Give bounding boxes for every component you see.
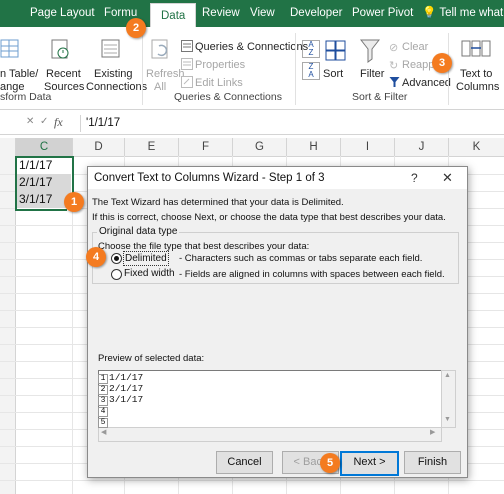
filter-button[interactable]: Filter: [360, 68, 384, 81]
sort-za-button[interactable]: Z A: [302, 62, 320, 80]
wizard-line-1: The Text Wizard has determined that your…: [92, 197, 344, 208]
tab-developer[interactable]: Developer: [290, 0, 342, 27]
grid-line: [0, 480, 504, 481]
ribbon-separator: [295, 33, 296, 105]
fixed-width-description: - Fields are aligned in columns with spa…: [179, 269, 445, 280]
text-to-columns-label-1[interactable]: Text to: [460, 68, 492, 81]
existing-label-1[interactable]: Existing: [94, 68, 133, 81]
tell-me-box[interactable]: 💡 Tell me what y: [422, 0, 504, 27]
cancel-button[interactable]: Cancel: [216, 451, 273, 474]
delimited-label[interactable]: Delimited: [123, 251, 169, 266]
delimited-radio[interactable]: [111, 253, 122, 264]
refresh-label-2[interactable]: All: [154, 81, 166, 94]
queries-connections-button[interactable]: Queries & Connections: [195, 41, 308, 54]
table-icon: [0, 39, 19, 58]
tab-page-layout[interactable]: Page Layout: [30, 0, 95, 27]
clear-icon: ⊘: [389, 42, 399, 54]
row-header-strip: [0, 156, 16, 494]
tab-review[interactable]: Review: [202, 0, 240, 27]
formula-input-box[interactable]: [80, 115, 504, 132]
recent-label-1[interactable]: Recent: [46, 68, 81, 81]
tell-me-label: Tell me what y: [439, 7, 504, 19]
column-header-i[interactable]: I: [341, 138, 395, 157]
next-button[interactable]: Next >: [340, 451, 399, 476]
preview-row-text: 3/1/17: [109, 394, 144, 405]
finish-button[interactable]: Finish: [404, 451, 461, 474]
reapply-icon: ↻: [389, 60, 399, 72]
formula-input[interactable]: '1/1/17: [86, 117, 120, 129]
properties-button[interactable]: Properties: [195, 59, 245, 72]
dialog-title: Convert Text to Columns Wizard - Step 1 …: [94, 172, 325, 184]
clear-button[interactable]: Clear: [402, 41, 428, 54]
existing-label-2[interactable]: Connections: [86, 81, 147, 94]
sort-dialog-icon: [325, 40, 346, 61]
text-to-columns-label-2[interactable]: Columns: [456, 81, 499, 94]
preview-row-text: 2/1/17: [109, 383, 144, 394]
column-header-j[interactable]: J: [395, 138, 449, 157]
tab-data[interactable]: Data: [150, 3, 197, 28]
insert-function-icon[interactable]: fx: [54, 115, 63, 130]
filter-icon: [360, 39, 380, 63]
text-to-columns-icon: [461, 40, 491, 57]
ribbon-separator: [142, 33, 143, 105]
preview-label: Preview of selected data:: [98, 353, 205, 364]
fixed-width-label[interactable]: Fixed width: [124, 268, 175, 279]
cancel-entry-icon[interactable]: ✕: [26, 116, 34, 127]
step-badge-1: 1: [64, 192, 84, 212]
column-header-f[interactable]: F: [179, 138, 233, 157]
sort-button[interactable]: Sort: [323, 68, 343, 81]
group-label-original-data-type: Original data type: [97, 226, 180, 237]
preview-horizontal-scrollbar[interactable]: [98, 427, 442, 442]
help-button[interactable]: ?: [411, 171, 418, 185]
group-label-sort-filter: Sort & Filter: [352, 91, 408, 103]
preview-row-text: 1/1/17: [109, 372, 144, 383]
preview-row: 5: [98, 416, 109, 428]
corner-select-all[interactable]: [0, 138, 16, 157]
properties-icon: [181, 58, 193, 70]
scroll-up-icon[interactable]: ▲: [444, 372, 451, 379]
step-badge-2: 2: [126, 18, 146, 38]
column-header-k[interactable]: K: [449, 138, 504, 157]
existing-connections-icon: [101, 39, 120, 58]
lightbulb-icon: 💡: [422, 7, 437, 19]
advanced-button[interactable]: Advanced: [402, 77, 451, 90]
edit-links-button[interactable]: Edit Links: [195, 77, 243, 90]
group-label-queries: Queries & Connections: [174, 91, 282, 103]
fixed-width-radio[interactable]: [111, 269, 122, 280]
sort-az-z: Z: [308, 48, 314, 57]
from-table-label-1[interactable]: n Table/: [0, 68, 38, 81]
column-header-g[interactable]: G: [233, 138, 287, 157]
scroll-down-icon[interactable]: ▼: [444, 416, 451, 423]
scroll-right-icon[interactable]: ▶: [430, 428, 435, 436]
refresh-icon: [151, 39, 168, 59]
scroll-left-icon[interactable]: ◀: [101, 428, 106, 436]
step-badge-4: 4: [86, 247, 106, 267]
advanced-filter-icon: [389, 77, 400, 87]
queries-icon: [181, 40, 193, 52]
close-button[interactable]: ✕: [442, 170, 453, 186]
column-header-e[interactable]: E: [125, 138, 179, 157]
preview-row-number: 5: [98, 418, 108, 428]
sort-az-button[interactable]: A Z: [302, 40, 320, 58]
tab-view[interactable]: View: [250, 0, 275, 27]
column-header-d[interactable]: D: [73, 138, 125, 157]
step-badge-3: 3: [432, 53, 452, 73]
group-label-transform: sform Data: [0, 91, 52, 103]
confirm-entry-icon[interactable]: ✓: [40, 116, 48, 127]
delimited-description: - Characters such as commas or tabs sepa…: [179, 253, 423, 264]
recent-sources-icon: [51, 39, 69, 59]
step-badge-5: 5: [320, 453, 340, 473]
refresh-label-1[interactable]: Refresh: [146, 68, 185, 81]
tab-power-pivot[interactable]: Power Pivot: [352, 0, 413, 27]
column-header-h[interactable]: H: [287, 138, 341, 157]
column-header-c[interactable]: C: [16, 138, 73, 158]
preview-box: [98, 370, 442, 428]
edit-links-icon: [181, 76, 193, 88]
wizard-line-2: If this is correct, choose Next, or choo…: [92, 212, 446, 223]
sort-za-a: A: [308, 70, 314, 79]
